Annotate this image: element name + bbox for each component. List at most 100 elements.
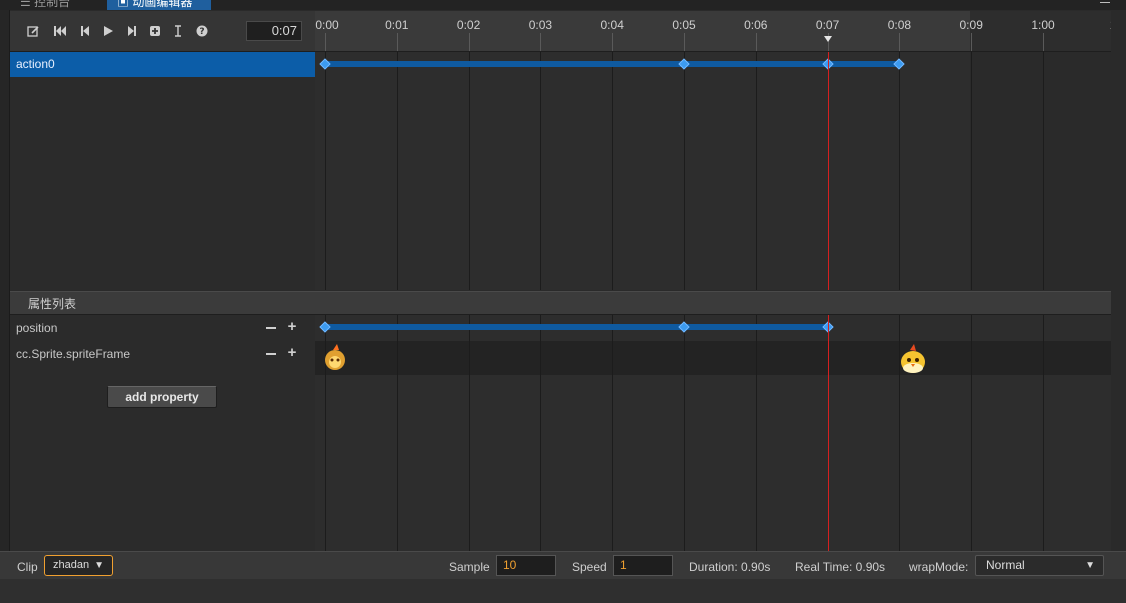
grid-line [540,315,542,551]
jump-start-icon[interactable] [53,24,67,38]
remove-property-icon[interactable] [266,327,276,329]
play-icon[interactable] [101,24,115,38]
ruler-tick-line [468,33,470,51]
sprite-frame-thumbnail-chick[interactable] [896,342,930,376]
chevron-down-icon: ▼ [94,560,104,571]
property-row-position[interactable]: position + [10,315,315,341]
wrapmode-select[interactable]: Normal ▼ [975,555,1104,576]
ruler-tick-label: 1:00 [1031,18,1055,32]
realtime-text: Real Time: 0.90s [795,560,886,574]
property-timeline[interactable] [315,315,1111,551]
ruler-tick-label: 0:03 [528,18,553,32]
node-track-action0[interactable]: action0 [10,52,315,77]
ruler-tick-label: 0:07 [815,18,840,32]
grid-line [612,315,614,551]
properties-title: 属性列表 [28,297,77,311]
ruler-tick-label: 0:09 [959,18,983,32]
playhead-handle[interactable] [823,36,832,42]
grid-line [684,315,685,551]
ruler-tick-line [684,33,685,51]
node-track-list: action0 [10,52,315,290]
clip-select[interactable]: zhadan ▼ [44,555,113,576]
properties-header: 属性列表 [10,291,1111,315]
ruler-tick-label: 0:01 [385,18,409,32]
tab-console[interactable]: ☰ 控制台 [20,0,70,10]
insert-icon[interactable] [171,24,185,38]
position-keyframe-bar [325,324,828,330]
clip-settings-bar: Clip zhadan ▼ Sample 10 Speed 1 Duration… [0,551,1126,580]
grid-line [755,52,757,290]
wrapmode-label: wrapMode: [909,560,969,574]
chevron-down-icon: ▼ [1085,560,1095,571]
node-keyframe-bar [325,61,900,67]
ruler-tick-label: 0:06 [744,18,768,32]
add-keyframe-icon[interactable]: + [287,319,297,334]
panel-tab-strip: ☰ 控制台 ▣ 动画编辑器 [0,0,1126,10]
node-timeline[interactable] [315,52,1111,290]
tab-animation-editor[interactable]: ▣ 动画编辑器 [107,0,211,10]
ruler-tick-line [396,33,398,51]
property-row-spriteframe[interactable]: cc.Sprite.spriteFrame + [10,341,315,367]
clip-select-value: zhadan [53,559,90,571]
clip-label: Clip [17,560,38,574]
ruler-tick-line [1043,33,1044,51]
ruler-tick-label: 0:04 [600,18,624,32]
prev-frame-icon[interactable] [78,24,92,38]
animation-toolbar: ? 0:07 [10,11,315,52]
keyframe-diamond[interactable] [893,58,906,70]
playhead-line [827,315,829,551]
sample-input[interactable]: 10 [496,555,556,576]
list-icon: ☰ [20,0,35,9]
left-dock-edge [0,10,10,578]
current-time-field[interactable]: 0:07 [246,21,302,41]
ruler-tick-label: 0:08 [887,18,912,32]
ruler-tick-label: 0:00 [315,18,339,32]
ruler-tick-line [540,33,542,51]
add-keyframe-icon[interactable]: + [287,345,297,360]
sample-label: Sample [449,560,490,574]
grid-line [684,52,685,290]
speed-input[interactable]: 1 [613,555,673,576]
ruler-tick-label: 1: [1110,18,1111,32]
remove-property-icon[interactable] [266,353,276,355]
grid-line [540,52,542,290]
playhead-line [827,52,829,290]
grid-line [755,315,757,551]
timeline-ruler[interactable]: 0:00 0:01 0:02 0:03 0:04 0:05 0:06 0:07 0:08 0:09… [315,11,1111,52]
add-event-icon[interactable] [148,24,162,38]
grid-line [1043,315,1044,551]
grid-line [971,315,973,551]
property-name: cc.Sprite.spriteFrame [16,347,131,361]
lower-panel-edge [0,579,1126,603]
grid-line [396,315,398,551]
duration-text: Duration: 0.90s [689,560,771,574]
ruler-tick-label: 0:05 [672,18,696,32]
ruler-tick-line [899,33,901,51]
spriteframe-track-row [315,341,1111,375]
edit-icon[interactable] [26,24,40,38]
svg-text:?: ? [199,27,204,37]
ruler-tick-label: 0:02 [456,18,481,32]
speed-label: Speed [572,560,607,574]
wrapmode-select-value: Normal [986,558,1025,572]
sprite-frame-thumbnail-bomb[interactable] [317,342,349,374]
grid-line [1043,52,1044,290]
tab-console-label: 控制台 [34,0,71,9]
grid-line [468,315,470,551]
help-icon[interactable]: ? [195,24,209,38]
grid-line [971,52,973,290]
ruler-tick-line [971,33,973,51]
grid-line [325,52,326,290]
ruler-tick-line [612,33,614,51]
property-list: position + cc.Sprite.spriteFrame + add p… [10,315,315,551]
minimize-icon[interactable] [1100,2,1110,3]
next-frame-icon[interactable] [125,24,139,38]
tab-animation-editor-label: 动画编辑器 [132,0,193,9]
property-name: position [16,321,58,335]
grid-line [468,52,470,290]
timeline-out-of-range [970,52,1111,290]
ruler-tick-line [325,33,326,51]
add-property-button[interactable]: add property [107,386,217,408]
grid-line [612,52,614,290]
ruler-tick-line [755,33,757,51]
